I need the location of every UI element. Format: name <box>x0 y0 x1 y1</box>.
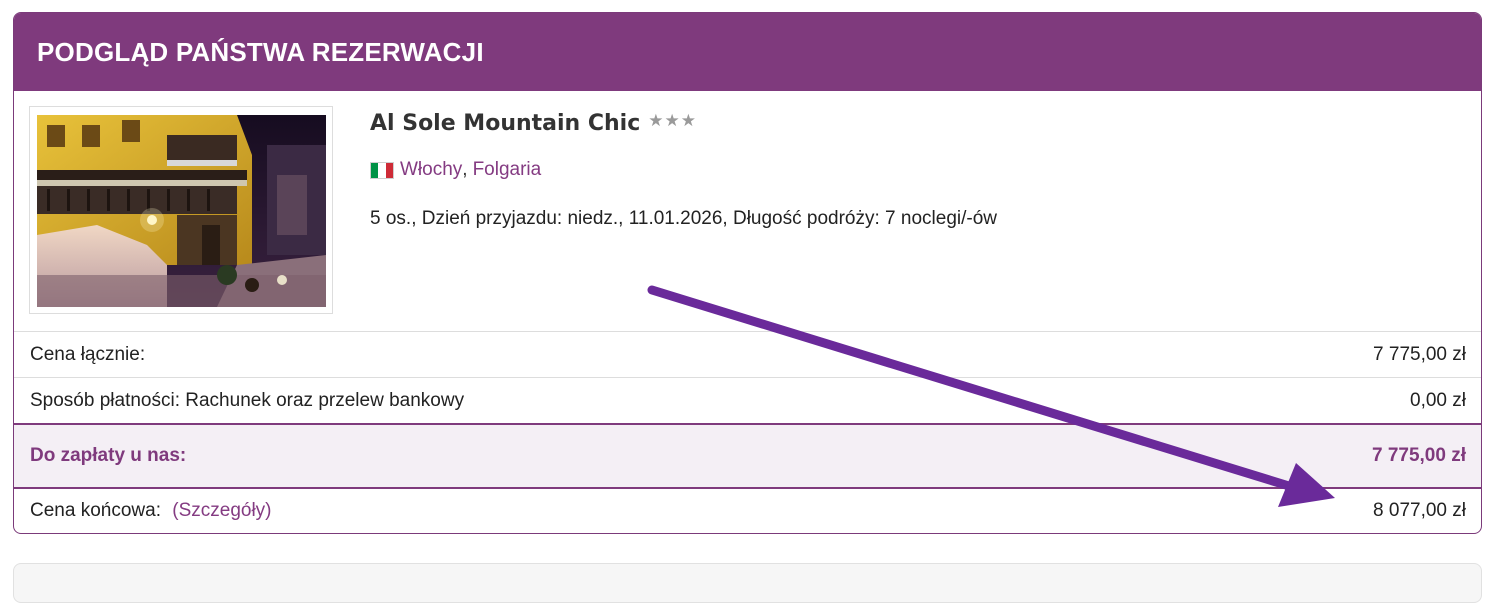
price-label: Do zapłaty u nas: <box>30 445 187 466</box>
price-row-total-price: Cena łącznie: 7 775,00 zł <box>14 331 1481 377</box>
hotel-photo[interactable] <box>37 115 326 307</box>
star-rating-icon: ★★★ <box>648 111 697 130</box>
price-value: 7 775,00 zł <box>1373 343 1466 365</box>
price-label: Cena końcowa: <box>30 500 161 521</box>
price-value: 8 077,00 zł <box>1373 500 1466 521</box>
price-label: Sposób płatności: Rachunek oraz przelew … <box>30 389 465 411</box>
country-link[interactable]: Włochy <box>400 159 462 181</box>
price-value: 0,00 zł <box>1410 389 1466 411</box>
trip-info: 5 os., Dzień przyjazdu: niedz., 11.01.20… <box>370 208 997 229</box>
city-link[interactable]: Folgaria <box>473 159 542 181</box>
hotel-photo-frame <box>29 106 333 314</box>
price-label-group: Cena końcowa: (Szczegóły) <box>30 500 272 522</box>
price-value: 7 775,00 zł <box>1371 445 1466 466</box>
hotel-summary: Al Sole Mountain Chic ★★★ Włochy , Folga… <box>14 91 1481 331</box>
next-section-card <box>13 563 1482 603</box>
booking-preview-card: PODGLĄD PAŃSTWA REZERWACJI Al Sole Mount… <box>13 12 1482 534</box>
details-link[interactable]: (Szczegóły) <box>172 500 271 521</box>
price-row-amount-due: Do zapłaty u nas: 7 775,00 zł <box>14 423 1481 487</box>
location-separator: , <box>462 159 468 180</box>
hotel-name: Al Sole Mountain Chic <box>370 111 641 136</box>
price-row-payment-method: Sposób płatności: Rachunek oraz przelew … <box>14 377 1481 423</box>
price-row-final-price: Cena końcowa: (Szczegóły) 8 077,00 zł <box>14 487 1481 533</box>
hotel-name-row: Al Sole Mountain Chic ★★★ <box>370 111 697 136</box>
card-header: PODGLĄD PAŃSTWA REZERWACJI <box>14 13 1481 91</box>
italy-flag-icon <box>370 161 394 179</box>
hotel-location: Włochy , Folgaria <box>370 159 541 181</box>
page-title: PODGLĄD PAŃSTWA REZERWACJI <box>37 36 484 67</box>
price-label: Cena łącznie: <box>30 343 146 365</box>
hotel-photo-image <box>37 115 326 307</box>
